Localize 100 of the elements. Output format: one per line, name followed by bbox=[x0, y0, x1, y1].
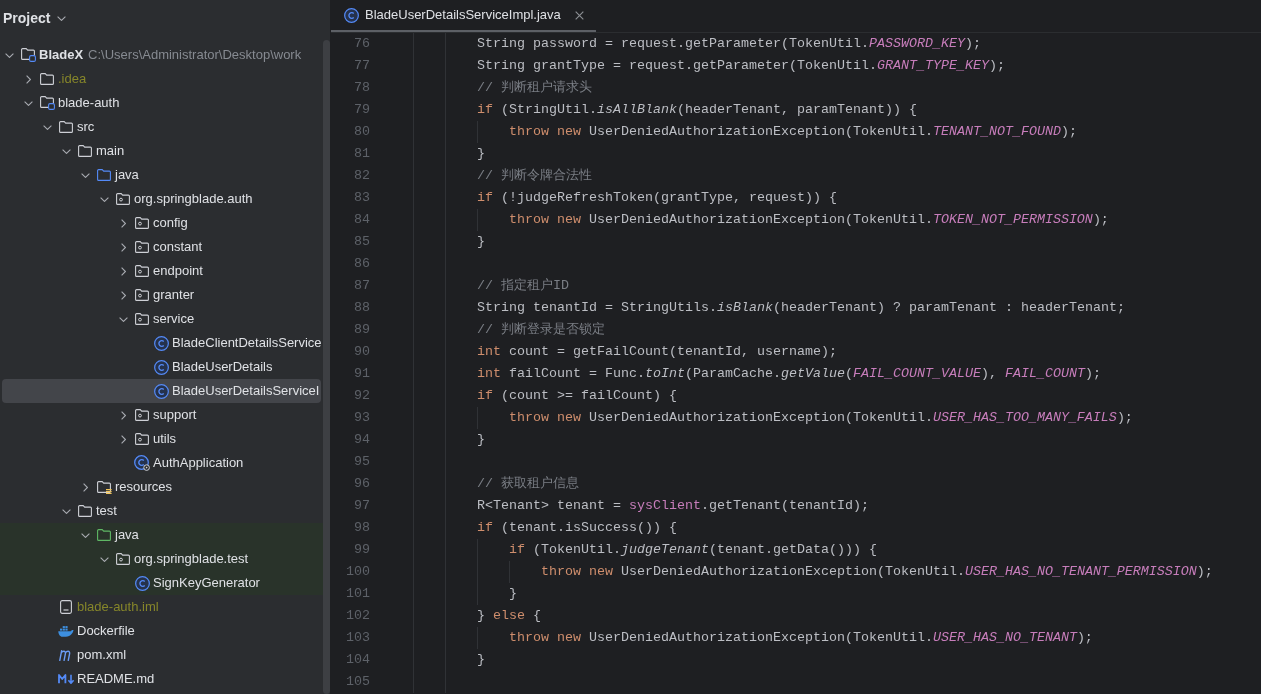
line-number: 82 bbox=[354, 167, 370, 185]
code-line: int failCount = Func.toInt(ParamCache.getValue(FAIL_COUNT_VALUE), FAIL_COUNT); bbox=[477, 365, 1101, 383]
module-folder-icon bbox=[20, 48, 36, 62]
tree-item[interactable]: Dockerfile bbox=[42, 619, 135, 643]
class-icon bbox=[153, 335, 169, 351]
tree-item[interactable]: endpoint bbox=[118, 259, 203, 283]
editor-tab[interactable]: BladeUserDetailsServiceImpl.java bbox=[331, 0, 596, 32]
close-icon[interactable] bbox=[574, 10, 584, 20]
code-line: throw new UserDeniedAuthorizationException(TokenUtil.USER_HAS_NO_TENANT); bbox=[509, 629, 1093, 647]
line-number: 91 bbox=[354, 365, 370, 383]
tree-item[interactable]: blade-auth.iml bbox=[42, 595, 159, 619]
tree-item[interactable]: config bbox=[118, 211, 188, 235]
chevron-right-icon[interactable] bbox=[120, 290, 126, 300]
tree-item[interactable]: test bbox=[61, 499, 117, 523]
line-number: 81 bbox=[354, 145, 370, 163]
chevron-down-icon[interactable] bbox=[99, 556, 109, 562]
tree-item[interactable]: .idea bbox=[23, 67, 87, 91]
line-number: 102 bbox=[346, 607, 370, 625]
chevron-down-icon[interactable] bbox=[42, 124, 52, 130]
line-number: 105 bbox=[346, 673, 370, 691]
tree-item[interactable]: support bbox=[118, 403, 197, 427]
folder-icon bbox=[78, 505, 92, 517]
tree-item[interactable]: BladeClientDetailsService bbox=[137, 331, 322, 355]
tree-item[interactable]: org.springblade.test bbox=[0, 547, 323, 571]
code-line: if (StringUtil.isAllBlank(headerTenant, paramTenant)) { bbox=[477, 101, 917, 119]
line-number: 98 bbox=[354, 519, 370, 537]
chevron-right-icon[interactable] bbox=[120, 242, 126, 252]
line-number: 103 bbox=[346, 629, 370, 647]
chevron-right-icon[interactable] bbox=[82, 482, 88, 492]
tree-item[interactable]: granter bbox=[118, 283, 195, 307]
package-folder-icon bbox=[116, 553, 130, 565]
chevron-down-icon[interactable] bbox=[4, 52, 14, 58]
chevron-down-icon[interactable] bbox=[80, 532, 90, 538]
line-number: 86 bbox=[354, 255, 370, 273]
code-line: } bbox=[477, 651, 485, 669]
code-line: } bbox=[477, 233, 485, 251]
line-number: 84 bbox=[354, 211, 370, 229]
package-folder-icon bbox=[135, 289, 149, 301]
folder-icon bbox=[97, 529, 111, 541]
package-folder-icon bbox=[135, 409, 149, 421]
tree-item[interactable]: resources bbox=[80, 475, 173, 499]
tree-item[interactable]: constant bbox=[118, 235, 203, 259]
code-line: if (count >= failCount) { bbox=[477, 387, 677, 405]
project-path: C:\Users\Administrator\Desktop\work bbox=[88, 46, 302, 65]
chevron-right-icon[interactable] bbox=[120, 266, 126, 276]
code-line: } bbox=[477, 431, 485, 449]
line-number: 88 bbox=[354, 299, 370, 317]
view-dropdown[interactable]: Project bbox=[3, 7, 67, 29]
code-line: // 获取租户信息 bbox=[477, 475, 579, 493]
tree-item[interactable]: SignKeyGenerator bbox=[0, 571, 323, 595]
chevron-down-icon[interactable] bbox=[118, 316, 128, 322]
chevron-down-icon[interactable] bbox=[23, 100, 33, 106]
line-number: 79 bbox=[354, 101, 370, 119]
tree-item[interactable]: org.springblade.auth bbox=[99, 187, 253, 211]
class-icon bbox=[134, 575, 150, 591]
line-number: 77 bbox=[354, 57, 370, 75]
tree-item[interactable]: main bbox=[61, 139, 125, 163]
tree-item[interactable]: blade-auth bbox=[23, 91, 120, 115]
tree-item[interactable]: utils bbox=[118, 427, 177, 451]
tree-item[interactable]: BladeUserDetails bbox=[137, 355, 273, 379]
package-folder-icon bbox=[135, 265, 149, 277]
line-number: 89 bbox=[354, 321, 370, 339]
chevron-down-icon[interactable] bbox=[57, 15, 67, 21]
line-number: 85 bbox=[354, 233, 370, 251]
package-folder-icon bbox=[135, 433, 149, 445]
package-folder-icon bbox=[135, 217, 149, 229]
scrollbar-thumb[interactable] bbox=[323, 40, 330, 694]
line-number: 93 bbox=[354, 409, 370, 427]
chevron-right-icon[interactable] bbox=[120, 434, 126, 444]
tree-item[interactable]: service bbox=[118, 307, 195, 331]
chevron-down-icon[interactable] bbox=[61, 508, 71, 514]
chevron-down-icon[interactable] bbox=[99, 196, 109, 202]
markdown-icon bbox=[57, 674, 75, 684]
tree-item[interactable]: java bbox=[0, 523, 323, 547]
chevron-right-icon[interactable] bbox=[120, 410, 126, 420]
folder-icon bbox=[59, 121, 73, 133]
tree-item[interactable]: java bbox=[80, 163, 139, 187]
line-number: 87 bbox=[354, 277, 370, 295]
code-line: } bbox=[477, 145, 485, 163]
line-number: 76 bbox=[354, 35, 370, 53]
code-line: String tenantId = StringUtils.isBlank(headerTenant) ? paramTenant : headerTenant; bbox=[477, 299, 1125, 317]
chevron-right-icon[interactable] bbox=[120, 218, 126, 228]
code-line: throw new UserDeniedAuthorizationException(TokenUtil.USER_HAS_NO_TENANT_PERMISSION); bbox=[541, 563, 1213, 581]
resources-folder-icon bbox=[96, 480, 112, 494]
folder-icon bbox=[78, 145, 92, 157]
tree-item[interactable]: pom.xml bbox=[42, 643, 127, 667]
tree-item[interactable]: BladeX C:\Users\Administrator\Desktop\work bbox=[4, 43, 302, 67]
chevron-down-icon[interactable] bbox=[80, 172, 90, 178]
code-line: String password = request.getParameter(TokenUtil.PASSWORD_KEY); bbox=[477, 35, 981, 53]
tree-item[interactable]: src bbox=[42, 115, 95, 139]
code-line: // 指定租户ID bbox=[477, 277, 569, 295]
tree-item[interactable]: README.md bbox=[42, 667, 155, 691]
code-line: } else { bbox=[477, 607, 541, 625]
tree-item[interactable]: AuthApplication bbox=[118, 451, 244, 475]
line-number: 96 bbox=[354, 475, 370, 493]
code-line: throw new UserDeniedAuthorizationException(TokenUtil.TOKEN_NOT_PERMISSION); bbox=[509, 211, 1109, 229]
code-line: if (tenant.isSuccess()) { bbox=[477, 519, 677, 537]
chevron-down-icon[interactable] bbox=[61, 148, 71, 154]
chevron-right-icon[interactable] bbox=[25, 74, 31, 84]
tree-item[interactable]: BladeUserDetailsServiceI bbox=[2, 379, 321, 403]
